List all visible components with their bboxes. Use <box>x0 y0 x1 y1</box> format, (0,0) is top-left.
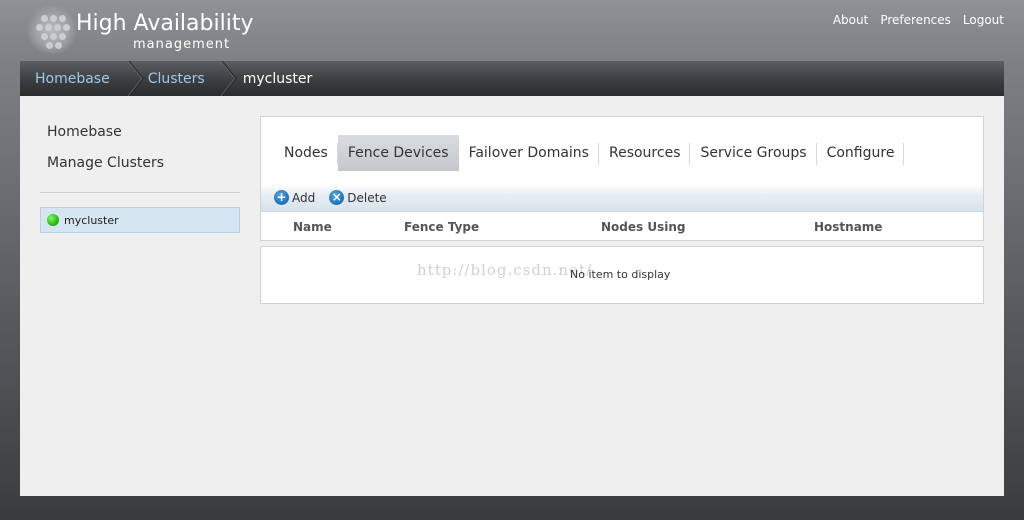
breadcrumb-separator-icon <box>126 61 148 96</box>
delete-button[interactable]: × Delete <box>329 190 387 205</box>
column-header-fence-type[interactable]: Fence Type <box>404 220 479 234</box>
about-link[interactable]: About <box>833 13 868 27</box>
table-header: Name Fence Type Nodes Using Hostname <box>261 211 983 240</box>
add-button[interactable]: + Add <box>274 190 315 205</box>
preferences-link[interactable]: Preferences <box>880 13 951 27</box>
column-header-name[interactable]: Name <box>293 220 332 234</box>
sidebar: Homebase Manage Clusters mycluster <box>20 96 260 496</box>
logo-mark-icon <box>26 6 78 54</box>
column-header-hostname[interactable]: Hostname <box>814 220 882 234</box>
logo-title: High Availability <box>76 11 254 36</box>
sidebar-item-manage-clusters[interactable]: Manage Clusters <box>47 155 164 171</box>
tab-fence-devices[interactable]: Fence Devices <box>337 135 459 171</box>
breadcrumb-current: mycluster <box>242 70 313 87</box>
breadcrumb-homebase[interactable]: Homebase <box>35 61 110 96</box>
delete-button-label: Delete <box>347 190 387 205</box>
watermark: http://blog.csdn.net/ <box>417 261 593 279</box>
logout-link[interactable]: Logout <box>963 13 1004 27</box>
tab-service-groups[interactable]: Service Groups <box>690 135 817 171</box>
logo-subtitle: management <box>133 37 231 52</box>
toolbar: + Add × Delete <box>261 184 983 211</box>
tab-nodes[interactable]: Nodes <box>274 135 338 171</box>
breadcrumb-separator-icon <box>219 61 241 96</box>
app-logo: High Availability management <box>22 2 272 58</box>
column-header-nodes-using[interactable]: Nodes Using <box>601 220 685 234</box>
breadcrumb-clusters[interactable]: Clusters <box>148 61 205 96</box>
tab-configure[interactable]: Configure <box>817 135 905 171</box>
status-online-icon <box>47 214 59 226</box>
app-header: High Availability management About Prefe… <box>0 0 1024 60</box>
close-icon: × <box>329 190 345 205</box>
sidebar-item-homebase[interactable]: Homebase <box>47 124 122 140</box>
table-body: http://blog.csdn.net/ No item to display <box>260 246 984 304</box>
tab-resources[interactable]: Resources <box>599 135 691 171</box>
empty-message: No item to display <box>570 268 671 281</box>
main-area: Homebase Manage Clusters mycluster Nodes… <box>20 96 1004 496</box>
content-panel: Nodes Fence Devices Failover Domains Res… <box>260 116 984 241</box>
add-button-label: Add <box>292 190 316 205</box>
sidebar-item-cluster[interactable]: mycluster <box>40 207 240 233</box>
sidebar-divider <box>40 192 240 193</box>
plus-icon: + <box>274 190 289 205</box>
cluster-name: mycluster <box>64 213 119 227</box>
top-links: About Preferences Logout <box>833 13 1004 27</box>
tab-bar: Nodes Fence Devices Failover Domains Res… <box>274 135 905 171</box>
tab-failover-domains[interactable]: Failover Domains <box>459 135 600 171</box>
breadcrumb: Homebase Clusters mycluster <box>20 61 1004 96</box>
